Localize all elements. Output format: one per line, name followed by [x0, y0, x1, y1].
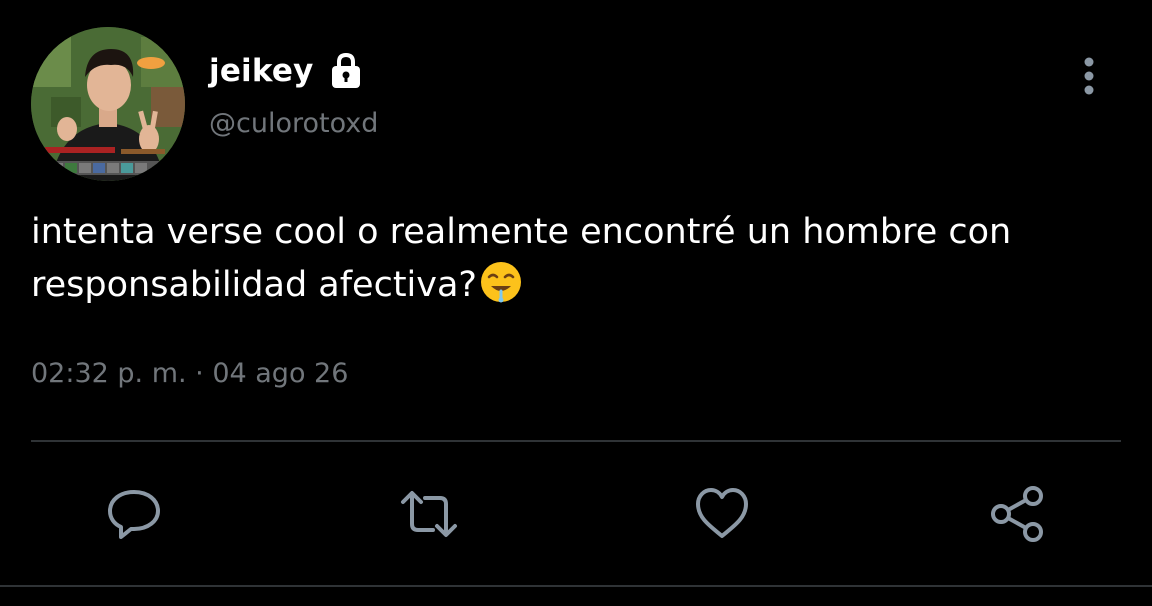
retweet-icon: [401, 491, 457, 537]
reply-icon: [108, 490, 160, 539]
divider: [31, 440, 1121, 442]
user-handle[interactable]: @culorotoxd: [209, 108, 378, 139]
avatar-photo: [31, 27, 185, 181]
lock-icon: [326, 51, 366, 91]
tweet-timestamp[interactable]: 02:32 p. m. · 04 ago 26: [31, 358, 348, 389]
like-button[interactable]: [692, 484, 752, 544]
bottom-divider: [0, 585, 1152, 587]
drooling-face-emoji-icon: [479, 260, 523, 304]
share-button[interactable]: [987, 484, 1047, 544]
share-icon: [991, 486, 1043, 542]
user-name-row: jeikey: [209, 48, 366, 94]
tweet-text: intenta verse cool o realmente encontré …: [31, 206, 1121, 312]
heart-icon: [696, 488, 748, 538]
more-vertical-icon[interactable]: [1074, 54, 1104, 98]
retweet-button[interactable]: [399, 484, 459, 544]
reply-button[interactable]: [104, 484, 164, 544]
avatar[interactable]: [31, 27, 185, 181]
display-name[interactable]: jeikey: [209, 53, 314, 89]
